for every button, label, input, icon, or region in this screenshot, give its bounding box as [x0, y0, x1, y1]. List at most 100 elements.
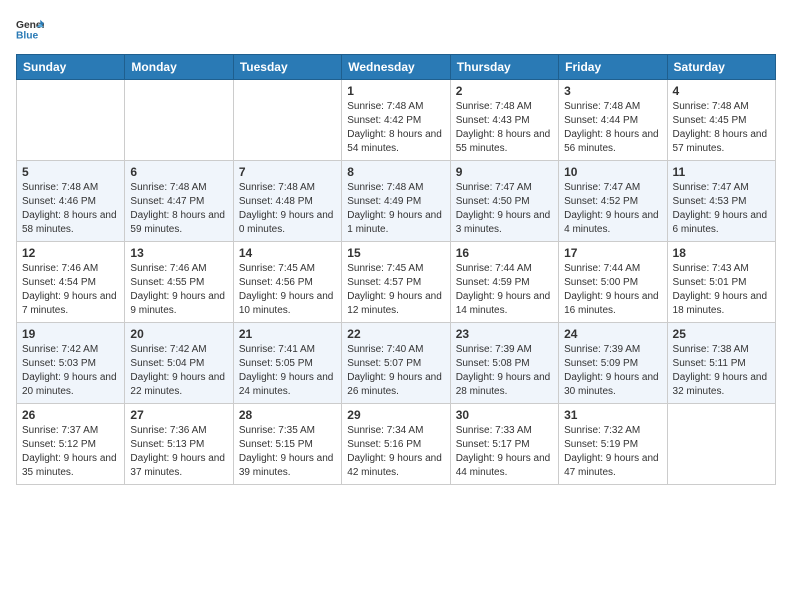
day-number: 23	[456, 327, 553, 341]
calendar-cell: 12 Sunrise: 7:46 AM Sunset: 4:54 PM Dayli…	[17, 242, 125, 323]
day-number: 6	[130, 165, 227, 179]
calendar-cell	[233, 80, 341, 161]
day-detail: Sunrise: 7:44 AM Sunset: 4:59 PM Dayligh…	[456, 262, 553, 318]
day-detail: Sunrise: 7:48 AM Sunset: 4:49 PM Dayligh…	[347, 181, 444, 237]
calendar-cell: 13 Sunrise: 7:46 AM Sunset: 4:55 PM Dayli…	[125, 242, 233, 323]
day-detail: Sunrise: 7:48 AM Sunset: 4:47 PM Dayligh…	[130, 181, 227, 237]
day-number: 4	[673, 84, 770, 98]
day-number: 29	[347, 408, 444, 422]
calendar-cell: 20 Sunrise: 7:42 AM Sunset: 5:04 PM Dayli…	[125, 323, 233, 404]
day-detail: Sunrise: 7:34 AM Sunset: 5:16 PM Dayligh…	[347, 424, 444, 480]
calendar-cell: 1 Sunrise: 7:48 AM Sunset: 4:42 PM Daylig…	[342, 80, 450, 161]
day-number: 24	[564, 327, 661, 341]
day-detail: Sunrise: 7:47 AM Sunset: 4:50 PM Dayligh…	[456, 181, 553, 237]
calendar-cell: 26 Sunrise: 7:37 AM Sunset: 5:12 PM Dayli…	[17, 404, 125, 485]
calendar-cell: 24 Sunrise: 7:39 AM Sunset: 5:09 PM Dayli…	[559, 323, 667, 404]
calendar-cell: 28 Sunrise: 7:35 AM Sunset: 5:15 PM Dayli…	[233, 404, 341, 485]
calendar-cell: 2 Sunrise: 7:48 AM Sunset: 4:43 PM Daylig…	[450, 80, 558, 161]
day-detail: Sunrise: 7:46 AM Sunset: 4:55 PM Dayligh…	[130, 262, 227, 318]
day-detail: Sunrise: 7:48 AM Sunset: 4:43 PM Dayligh…	[456, 100, 553, 156]
day-detail: Sunrise: 7:48 AM Sunset: 4:48 PM Dayligh…	[239, 181, 336, 237]
calendar-cell: 9 Sunrise: 7:47 AM Sunset: 4:50 PM Daylig…	[450, 161, 558, 242]
calendar-cell: 8Sunrise: 7:48 AM Sunset: 4:49 PM Daylig…	[342, 161, 450, 242]
day-detail: Sunrise: 7:43 AM Sunset: 5:01 PM Dayligh…	[673, 262, 770, 318]
day-number: 15	[347, 246, 444, 260]
calendar-cell: 30 Sunrise: 7:33 AM Sunset: 5:17 PM Dayli…	[450, 404, 558, 485]
day-number: 16	[456, 246, 553, 260]
calendar-week-4: 26 Sunrise: 7:37 AM Sunset: 5:12 PM Dayli…	[17, 404, 776, 485]
day-detail: Sunrise: 7:46 AM Sunset: 4:54 PM Dayligh…	[22, 262, 119, 318]
weekday-header-tuesday: Tuesday	[233, 55, 341, 80]
day-number: 1	[347, 84, 444, 98]
day-number: 5	[22, 165, 119, 179]
calendar-cell: 7Sunrise: 7:48 AM Sunset: 4:48 PM Daylig…	[233, 161, 341, 242]
weekday-header-friday: Friday	[559, 55, 667, 80]
day-detail: Sunrise: 7:35 AM Sunset: 5:15 PM Dayligh…	[239, 424, 336, 480]
day-detail: Sunrise: 7:45 AM Sunset: 4:56 PM Dayligh…	[239, 262, 336, 318]
header-row: General Blue	[16, 16, 776, 44]
day-number: 10	[564, 165, 661, 179]
day-number: 13	[130, 246, 227, 260]
day-detail: Sunrise: 7:32 AM Sunset: 5:19 PM Dayligh…	[564, 424, 661, 480]
day-number: 11	[673, 165, 770, 179]
day-number: 19	[22, 327, 119, 341]
day-detail: Sunrise: 7:47 AM Sunset: 4:53 PM Dayligh…	[673, 181, 770, 237]
day-detail: Sunrise: 7:42 AM Sunset: 5:04 PM Dayligh…	[130, 343, 227, 399]
calendar-cell: 27 Sunrise: 7:36 AM Sunset: 5:13 PM Dayli…	[125, 404, 233, 485]
day-detail: Sunrise: 7:36 AM Sunset: 5:13 PM Dayligh…	[130, 424, 227, 480]
day-detail: Sunrise: 7:48 AM Sunset: 4:45 PM Dayligh…	[673, 100, 770, 156]
calendar-cell: 4 Sunrise: 7:48 AM Sunset: 4:45 PM Daylig…	[667, 80, 775, 161]
calendar-cell: 25Sunrise: 7:38 AM Sunset: 5:11 PM Dayli…	[667, 323, 775, 404]
day-detail: Sunrise: 7:48 AM Sunset: 4:42 PM Dayligh…	[347, 100, 444, 156]
calendar-cell: 6 Sunrise: 7:48 AM Sunset: 4:47 PM Daylig…	[125, 161, 233, 242]
calendar-cell: 31 Sunrise: 7:32 AM Sunset: 5:19 PM Dayli…	[559, 404, 667, 485]
weekday-header-wednesday: Wednesday	[342, 55, 450, 80]
svg-text:Blue: Blue	[16, 30, 39, 41]
weekday-header-saturday: Saturday	[667, 55, 775, 80]
calendar-cell: 17Sunrise: 7:44 AM Sunset: 5:00 PM Dayli…	[559, 242, 667, 323]
day-number: 2	[456, 84, 553, 98]
day-number: 27	[130, 408, 227, 422]
calendar-cell: 29 Sunrise: 7:34 AM Sunset: 5:16 PM Dayli…	[342, 404, 450, 485]
calendar-table: SundayMondayTuesdayWednesdayThursdayFrid…	[16, 54, 776, 485]
day-number: 9	[456, 165, 553, 179]
day-number: 26	[22, 408, 119, 422]
calendar-cell	[667, 404, 775, 485]
logo: General Blue	[16, 16, 48, 44]
day-detail: Sunrise: 7:48 AM Sunset: 4:46 PM Dayligh…	[22, 181, 119, 237]
day-number: 30	[456, 408, 553, 422]
calendar-cell: 21Sunrise: 7:41 AM Sunset: 5:05 PM Dayli…	[233, 323, 341, 404]
day-detail: Sunrise: 7:39 AM Sunset: 5:08 PM Dayligh…	[456, 343, 553, 399]
day-detail: Sunrise: 7:48 AM Sunset: 4:44 PM Dayligh…	[564, 100, 661, 156]
day-detail: Sunrise: 7:40 AM Sunset: 5:07 PM Dayligh…	[347, 343, 444, 399]
weekday-header-thursday: Thursday	[450, 55, 558, 80]
calendar-week-2: 12 Sunrise: 7:46 AM Sunset: 4:54 PM Dayli…	[17, 242, 776, 323]
calendar-cell: 14 Sunrise: 7:45 AM Sunset: 4:56 PM Dayli…	[233, 242, 341, 323]
day-detail: Sunrise: 7:42 AM Sunset: 5:03 PM Dayligh…	[22, 343, 119, 399]
day-number: 14	[239, 246, 336, 260]
day-number: 31	[564, 408, 661, 422]
calendar-cell	[17, 80, 125, 161]
day-number: 3	[564, 84, 661, 98]
day-detail: Sunrise: 7:41 AM Sunset: 5:05 PM Dayligh…	[239, 343, 336, 399]
logo-icon: General Blue	[16, 16, 44, 44]
day-number: 12	[22, 246, 119, 260]
day-detail: Sunrise: 7:47 AM Sunset: 4:52 PM Dayligh…	[564, 181, 661, 237]
day-detail: Sunrise: 7:33 AM Sunset: 5:17 PM Dayligh…	[456, 424, 553, 480]
calendar-cell: 15Sunrise: 7:45 AM Sunset: 4:57 PM Dayli…	[342, 242, 450, 323]
day-detail: Sunrise: 7:38 AM Sunset: 5:11 PM Dayligh…	[673, 343, 770, 399]
calendar-cell: 23 Sunrise: 7:39 AM Sunset: 5:08 PM Dayli…	[450, 323, 558, 404]
day-number: 28	[239, 408, 336, 422]
calendar-week-3: 19 Sunrise: 7:42 AM Sunset: 5:03 PM Dayli…	[17, 323, 776, 404]
calendar-cell: 5 Sunrise: 7:48 AM Sunset: 4:46 PM Daylig…	[17, 161, 125, 242]
calendar-week-1: 5 Sunrise: 7:48 AM Sunset: 4:46 PM Daylig…	[17, 161, 776, 242]
calendar-cell	[125, 80, 233, 161]
calendar-week-0: 1 Sunrise: 7:48 AM Sunset: 4:42 PM Daylig…	[17, 80, 776, 161]
weekday-header-row: SundayMondayTuesdayWednesdayThursdayFrid…	[17, 55, 776, 80]
day-detail: Sunrise: 7:39 AM Sunset: 5:09 PM Dayligh…	[564, 343, 661, 399]
calendar-cell: 10 Sunrise: 7:47 AM Sunset: 4:52 PM Dayli…	[559, 161, 667, 242]
day-detail: Sunrise: 7:37 AM Sunset: 5:12 PM Dayligh…	[22, 424, 119, 480]
page-container: General Blue SundayMondayTuesdayWednesda…	[0, 0, 792, 495]
calendar-cell: 16 Sunrise: 7:44 AM Sunset: 4:59 PM Dayli…	[450, 242, 558, 323]
day-number: 20	[130, 327, 227, 341]
